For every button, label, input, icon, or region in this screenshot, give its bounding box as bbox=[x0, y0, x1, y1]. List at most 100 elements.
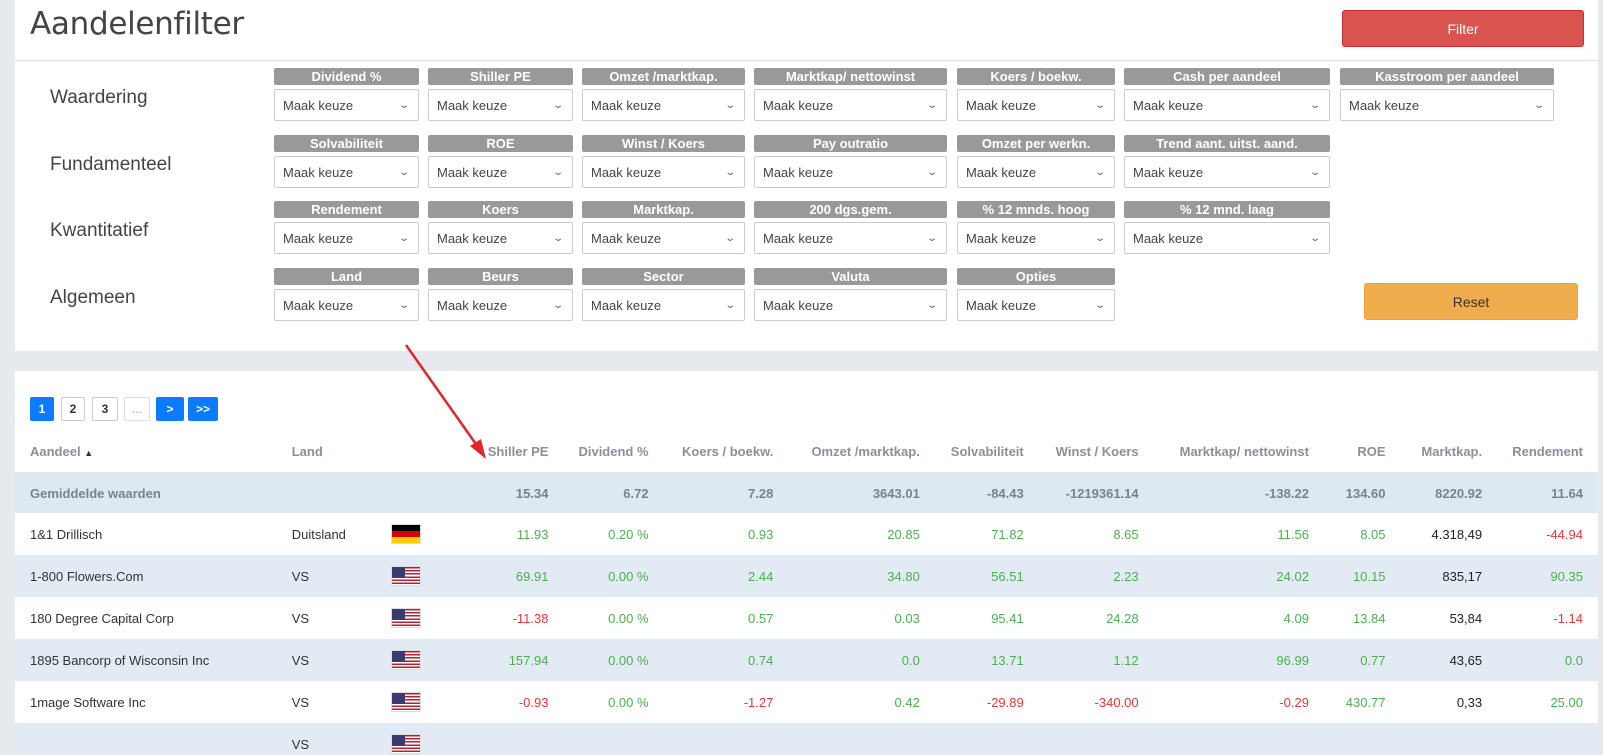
stock-name[interactable]: 180 Degree Capital Corp bbox=[15, 597, 277, 639]
stock-value: 0.93 bbox=[748, 526, 774, 542]
stock-name[interactable]: 1&1 Drillisch bbox=[15, 513, 277, 555]
stock-value: 0.0 bbox=[788, 639, 935, 681]
filter-select[interactable]: Maak keuze ⌄ bbox=[582, 289, 745, 321]
stock-value bbox=[563, 723, 664, 755]
stock-country: VS bbox=[291, 694, 310, 710]
stock-value: 25.00 bbox=[1550, 694, 1583, 710]
table-row[interactable]: 180 Degree Capital Corp VS -11.38 0.00 % 0.5… bbox=[15, 597, 1598, 639]
stock-value: 0.77 bbox=[1323, 639, 1401, 681]
last-page-button[interactable]: >> bbox=[188, 397, 218, 421]
filter-select[interactable]: Maak keuze ⌄ bbox=[1124, 222, 1330, 254]
stock-value: 53,84 bbox=[1449, 610, 1483, 626]
table-row[interactable]: 1mage Software Inc VS -0.93 0.00 % -1.27 0.42… bbox=[15, 681, 1598, 723]
page-1-button[interactable]: 1 bbox=[30, 397, 54, 421]
filter-select-value: Maak keuze bbox=[763, 297, 834, 313]
filter-dividend: Dividend % Maak keuze ⌄ bbox=[274, 68, 419, 121]
stock-value: 24.02 bbox=[1153, 555, 1324, 597]
chevron-down-icon: ⌄ bbox=[551, 232, 564, 244]
filter-select-value: Maak keuze bbox=[1133, 164, 1204, 180]
col-header-winst-koers[interactable]: Winst / Koers bbox=[1038, 431, 1154, 474]
col-header-koers-boekw[interactable]: Koers / boekw. bbox=[663, 431, 789, 474]
col-header-marktkap-nettowinst[interactable]: Marktkap/ nettowinst bbox=[1153, 431, 1324, 474]
filter-label: % 12 mnd. laag bbox=[1124, 201, 1330, 218]
table-row[interactable]: 1-800 Flowers.Com VS 69.91 0.00 % 2.44 34.80 5… bbox=[15, 555, 1598, 597]
filter-select[interactable]: Maak keuze ⌄ bbox=[957, 222, 1115, 254]
filter-select[interactable]: Maak keuze ⌄ bbox=[274, 89, 419, 121]
col-header-dividend[interactable]: Dividend % bbox=[563, 431, 664, 474]
stock-name[interactable] bbox=[15, 723, 277, 755]
filter-select-value: Maak keuze bbox=[966, 230, 1037, 246]
col-header-omzet-marktkap[interactable]: Omzet /marktkap. bbox=[788, 431, 935, 474]
filter-select[interactable]: Maak keuze ⌄ bbox=[1124, 156, 1330, 188]
filter-label: Opties bbox=[957, 268, 1115, 285]
filter-label: Marktkap/ nettowinst bbox=[754, 68, 947, 85]
filter-select[interactable]: Maak keuze ⌄ bbox=[428, 222, 573, 254]
stock-value: -1.14 bbox=[1553, 610, 1583, 626]
filter-select[interactable]: Maak keuze ⌄ bbox=[754, 289, 947, 321]
col-header-shiller-pe[interactable]: Shiller PE bbox=[454, 431, 564, 474]
stock-value: 96.99 bbox=[1153, 639, 1324, 681]
page-title: Aandelenfilter bbox=[30, 6, 244, 42]
filter-select[interactable]: Maak keuze ⌄ bbox=[428, 156, 573, 188]
col-header-aandeel[interactable]: Aandeel ▲ bbox=[15, 431, 277, 474]
filter-select[interactable]: Maak keuze ⌄ bbox=[428, 289, 573, 321]
next-page-button[interactable]: > bbox=[156, 397, 184, 421]
filter-select[interactable]: Maak keuze ⌄ bbox=[1124, 89, 1330, 121]
reset-button[interactable]: Reset bbox=[1364, 283, 1578, 320]
chevron-down-icon: ⌄ bbox=[723, 299, 736, 311]
col-header-roe[interactable]: ROE bbox=[1323, 431, 1401, 474]
usa-flag-icon bbox=[390, 566, 421, 586]
stock-name[interactable]: 1mage Software Inc bbox=[15, 681, 277, 723]
flag-cell bbox=[375, 555, 455, 597]
filter-select[interactable]: Maak keuze ⌄ bbox=[428, 89, 573, 121]
stock-value: 0,33 bbox=[1456, 694, 1483, 710]
filter-select[interactable]: Maak keuze ⌄ bbox=[957, 89, 1115, 121]
filter-shiller-pe: Shiller PE Maak keuze ⌄ bbox=[428, 68, 573, 121]
stock-value: 13.71 bbox=[934, 639, 1039, 681]
col-header-solvabiliteit[interactable]: Solvabiliteit bbox=[934, 431, 1039, 474]
stock-country: VS bbox=[276, 723, 376, 755]
filter-kasstroom-per-aandeel: Kasstroom per aandeel Maak keuze ⌄ bbox=[1340, 68, 1554, 121]
col-header-rendement[interactable]: Rendement bbox=[1497, 431, 1598, 474]
stock-name[interactable]: 1-800 Flowers.Com bbox=[15, 555, 277, 597]
row-label-kwantitatief: Kwantitatief bbox=[50, 220, 149, 241]
filter-select[interactable]: Maak keuze ⌄ bbox=[274, 222, 419, 254]
filter-select[interactable]: Maak keuze ⌄ bbox=[754, 89, 947, 121]
filter-select[interactable]: Maak keuze ⌄ bbox=[754, 156, 947, 188]
stocks-table: Aandeel ▲ Land Shiller PE Dividend % Koe… bbox=[15, 431, 1598, 755]
filter-select[interactable]: Maak keuze ⌄ bbox=[274, 289, 419, 321]
filter-select[interactable]: Maak keuze ⌄ bbox=[582, 89, 745, 121]
average-value: -84.43 bbox=[934, 473, 1039, 513]
stock-value: 69.91 bbox=[454, 555, 564, 597]
table-row[interactable]: 1&1 Drillisch Duitsland 11.93 0.20 % 0.93 20.… bbox=[15, 513, 1598, 555]
stock-name[interactable]: 1895 Bancorp of Wisconsin Inc bbox=[15, 639, 277, 681]
filter-select[interactable]: Maak keuze ⌄ bbox=[582, 222, 745, 254]
col-header-land[interactable]: Land bbox=[276, 431, 376, 474]
filter-select[interactable]: Maak keuze ⌄ bbox=[754, 222, 947, 254]
chevron-down-icon: ⌄ bbox=[1308, 99, 1321, 111]
chevron-down-icon: ⌄ bbox=[1093, 299, 1106, 311]
chevron-down-icon: ⌄ bbox=[925, 166, 938, 178]
filter-12-mnds-hoog: % 12 mnds. hoog Maak keuze ⌄ bbox=[957, 201, 1115, 254]
page-3-button[interactable]: 3 bbox=[92, 397, 118, 421]
table-row[interactable]: VS bbox=[15, 723, 1598, 755]
row-label-algemeen: Algemeen bbox=[50, 287, 136, 308]
filter-button[interactable]: Filter bbox=[1342, 10, 1584, 47]
filter-label: % 12 mnds. hoog bbox=[957, 201, 1115, 218]
filter-select[interactable]: Maak keuze ⌄ bbox=[274, 156, 419, 188]
page-2-button[interactable]: 2 bbox=[61, 397, 85, 421]
col-header-marktkap[interactable]: Marktkap. bbox=[1400, 431, 1498, 474]
filter-select[interactable]: Maak keuze ⌄ bbox=[957, 289, 1115, 321]
filter-opties: Opties Maak keuze ⌄ bbox=[957, 268, 1115, 321]
filter-select[interactable]: Maak keuze ⌄ bbox=[957, 156, 1115, 188]
filter-select[interactable]: Maak keuze ⌄ bbox=[1340, 89, 1554, 121]
table-row[interactable]: 1895 Bancorp of Wisconsin Inc VS 157.94 0.0… bbox=[15, 639, 1598, 681]
chevron-down-icon: ⌄ bbox=[1093, 232, 1106, 244]
average-value: 134.60 bbox=[1323, 473, 1401, 513]
table-header-row: Aandeel ▲ Land Shiller PE Dividend % Koe… bbox=[15, 431, 1598, 474]
stock-value: 2.23 bbox=[1038, 555, 1154, 597]
filter-solvabiliteit: Solvabiliteit Maak keuze ⌄ bbox=[274, 135, 419, 188]
stock-value bbox=[1497, 723, 1598, 755]
col-header-aandeel-label: Aandeel bbox=[30, 444, 81, 459]
filter-select[interactable]: Maak keuze ⌄ bbox=[582, 156, 745, 188]
